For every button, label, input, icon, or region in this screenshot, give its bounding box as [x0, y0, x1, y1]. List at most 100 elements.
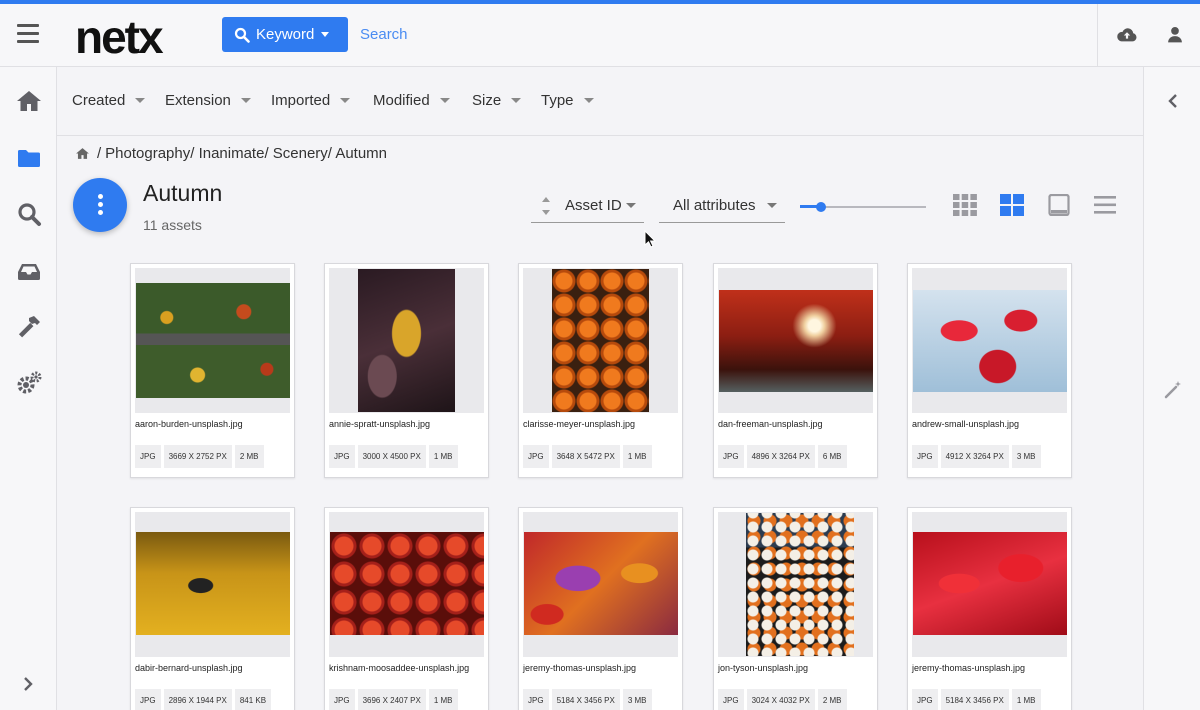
chevron-down-icon [135, 98, 146, 103]
home-icon[interactable] [74, 146, 91, 161]
sort-label: Asset ID [565, 197, 622, 214]
list-view-icon[interactable] [1094, 194, 1118, 216]
filter-created[interactable]: Created [72, 92, 146, 109]
chevron-down-icon [583, 98, 594, 103]
asset-card[interactable]: jeremy-thomas-unsplash.jpg JPG 5184 X 34… [518, 507, 683, 710]
breadcrumb-path[interactable]: Photography/ Inanimate/ Scenery/ Autumn [105, 145, 387, 162]
file-size-badge: 2 MB [234, 445, 264, 468]
asset-image [913, 290, 1067, 392]
actions-menu-button[interactable] [73, 178, 127, 232]
user-icon[interactable] [1164, 24, 1186, 46]
inbox-icon[interactable] [15, 257, 43, 285]
menu-icon[interactable] [17, 24, 39, 44]
asset-card[interactable]: annie-spratt-unsplash.jpg JPG 3000 X 450… [324, 263, 489, 478]
asset-image [136, 283, 290, 398]
file-type-badge: JPG [718, 445, 744, 468]
asset-metadata: JPG 2896 X 1944 PX 841 KB [135, 689, 272, 710]
single-view-icon[interactable] [1047, 194, 1071, 216]
asset-image [358, 269, 455, 412]
attributes-dropdown[interactable]: All attributes [659, 189, 785, 223]
chevron-down-icon [340, 98, 351, 103]
asset-card[interactable]: krishnam-moosaddee-unsplash.jpg JPG 3696… [324, 507, 489, 710]
file-size-badge: 1 MB [428, 445, 458, 468]
header-actions [1097, 4, 1200, 67]
chevron-down-icon [626, 203, 636, 208]
breadcrumb: / Photography/ Inanimate/ Scenery/ Autum… [74, 145, 387, 162]
asset-filename: aaron-burden-unsplash.jpg [135, 419, 243, 429]
asset-filename: annie-spratt-unsplash.jpg [329, 419, 431, 429]
grid-small-view-icon[interactable] [953, 194, 977, 216]
sort-order-icon[interactable] [541, 195, 551, 217]
asset-count: 11 assets [143, 217, 202, 233]
grid-large-view-icon[interactable] [1000, 194, 1024, 216]
chevron-down-icon [240, 98, 251, 103]
asset-filename: jeremy-thomas-unsplash.jpg [523, 663, 637, 673]
magic-wand-icon[interactable] [1163, 380, 1183, 400]
search-input[interactable]: Search [360, 26, 408, 43]
search-icon[interactable] [15, 200, 43, 228]
asset-thumbnail [135, 512, 290, 657]
asset-filename: jon-tyson-unsplash.jpg [718, 663, 809, 673]
file-size-badge: 3 MB [1011, 445, 1041, 468]
dimensions-badge: 5184 X 3456 PX [551, 689, 620, 710]
asset-card[interactable]: dan-freeman-unsplash.jpg JPG 4896 X 3264… [713, 263, 878, 478]
filter-label: Size [472, 92, 502, 109]
dimensions-badge: 4896 X 3264 PX [746, 445, 815, 468]
filter-imported[interactable]: Imported [271, 92, 351, 109]
asset-image [719, 290, 873, 392]
asset-image [913, 532, 1067, 635]
asset-filename: clarisse-meyer-unsplash.jpg [523, 419, 636, 429]
file-type-badge: JPG [912, 689, 938, 710]
app-logo[interactable]: netx [75, 9, 164, 65]
asset-thumbnail [523, 268, 678, 413]
filter-size[interactable]: Size [472, 92, 522, 109]
chevron-left-icon[interactable] [1163, 91, 1183, 111]
file-size-badge: 841 KB [234, 689, 272, 710]
asset-image [330, 532, 484, 635]
asset-metadata: JPG 4896 X 3264 PX 6 MB [718, 445, 847, 468]
file-size-badge: 1 MB [1011, 689, 1041, 710]
expand-sidebar-icon[interactable] [17, 673, 39, 695]
asset-card[interactable]: jeremy-thomas-unsplash.jpg JPG 5184 X 34… [907, 507, 1072, 710]
asset-filename: krishnam-moosaddee-unsplash.jpg [329, 663, 470, 673]
asset-thumbnail [329, 512, 484, 657]
gears-icon[interactable] [15, 369, 43, 397]
asset-card[interactable]: dabir-bernard-unsplash.jpg JPG 2896 X 19… [130, 507, 295, 710]
asset-thumbnail [718, 512, 873, 657]
dimensions-badge: 2896 X 1944 PX [163, 689, 232, 710]
asset-thumbnail [912, 268, 1067, 413]
sort-dropdown[interactable]: Asset ID [531, 189, 644, 223]
filter-type[interactable]: Type [541, 92, 594, 109]
file-type-badge: JPG [135, 445, 161, 468]
file-size-badge: 2 MB [817, 689, 847, 710]
file-type-badge: JPG [523, 689, 549, 710]
filter-label: Type [541, 92, 574, 109]
asset-card[interactable]: clarisse-meyer-unsplash.jpg JPG 3648 X 5… [518, 263, 683, 478]
slider-thumb[interactable] [816, 202, 827, 212]
filter-label: Modified [373, 92, 430, 109]
search-icon [234, 27, 250, 43]
left-navigation [0, 67, 57, 710]
dimensions-badge: 3648 X 5472 PX [551, 445, 620, 468]
hammer-icon[interactable] [15, 313, 43, 341]
filter-modified[interactable]: Modified [373, 92, 450, 109]
asset-card[interactable]: aaron-burden-unsplash.jpg JPG 3669 X 275… [130, 263, 295, 478]
file-type-badge: JPG [329, 689, 355, 710]
dimensions-badge: 3696 X 2407 PX [357, 689, 426, 710]
file-type-badge: JPG [135, 689, 161, 710]
app-header: netx Keyword Search [0, 4, 1200, 67]
thumbnail-size-slider[interactable] [800, 198, 926, 216]
asset-filename: dan-freeman-unsplash.jpg [718, 419, 823, 429]
asset-image [524, 532, 678, 635]
asset-thumbnail [329, 268, 484, 413]
asset-card[interactable]: andrew-small-unsplash.jpg JPG 4912 X 326… [907, 263, 1072, 478]
folder-icon[interactable] [15, 144, 43, 172]
home-icon[interactable] [15, 87, 43, 115]
asset-card[interactable]: jon-tyson-unsplash.jpg JPG 3024 X 4032 P… [713, 507, 878, 710]
breadcrumb-separator: / [97, 145, 102, 162]
cloud-upload-icon[interactable] [1116, 24, 1138, 46]
keyword-search-type-button[interactable]: Keyword [222, 17, 348, 52]
filter-extension[interactable]: Extension [165, 92, 251, 109]
file-type-badge: JPG [523, 445, 549, 468]
asset-thumbnail [523, 512, 678, 657]
